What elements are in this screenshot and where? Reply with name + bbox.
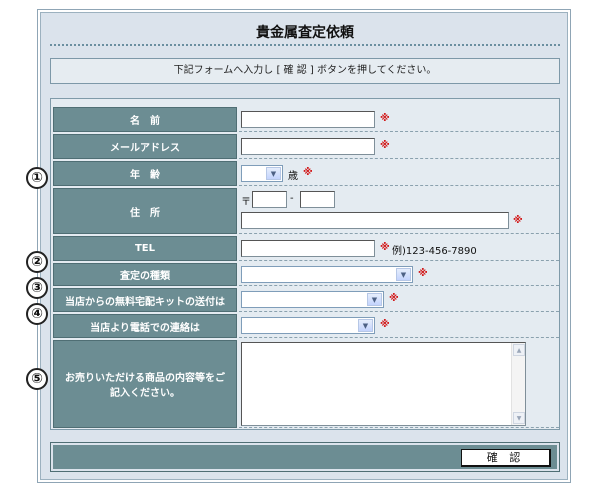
marker-1: ① <box>26 167 48 189</box>
postal-separator: - <box>290 193 294 204</box>
form-table: 名 前 ※ メールアドレス ※ 年 齢 ▼ 歳 ※ 住 所 〒 - ※ TEL … <box>50 98 560 430</box>
required-mark: ※ <box>303 167 313 178</box>
required-mark: ※ <box>389 293 399 304</box>
value-tel: ※ 例)123-456-7890 <box>239 236 559 261</box>
chevron-down-icon: ▼ <box>266 167 281 180</box>
value-address: 〒 - ※ <box>239 188 559 234</box>
value-email: ※ <box>239 134 559 159</box>
marker-4: ④ <box>26 303 48 325</box>
required-mark: ※ <box>380 319 390 330</box>
label-details: お売りいただける商品の内容等をご記入ください。 <box>53 340 237 428</box>
row-age: 年 齢 ▼ 歳 ※ <box>53 161 559 186</box>
textarea-scrollbar[interactable]: ▲ ▼ <box>511 343 525 425</box>
street-input[interactable] <box>241 212 509 229</box>
age-suffix: 歳 <box>288 171 298 182</box>
row-phone-contact: 当店より電話での連絡は ▼ ※ <box>53 314 559 338</box>
tel-input[interactable] <box>241 240 375 257</box>
footer-bar: 確 認 <box>50 442 560 472</box>
tel-example: 例)123-456-7890 <box>392 246 477 257</box>
age-select[interactable]: ▼ <box>241 165 283 182</box>
marker-3: ③ <box>26 277 48 299</box>
value-name: ※ <box>239 107 559 132</box>
label-kit: 当店からの無料宅配キットの送付は <box>53 288 237 312</box>
label-tel: TEL <box>53 236 237 261</box>
value-age: ▼ 歳 ※ <box>239 161 559 186</box>
label-email: メールアドレス <box>53 134 237 159</box>
zip2-input[interactable] <box>300 191 335 208</box>
row-appraisal-type: 査定の種類 ▼ ※ <box>53 263 559 286</box>
required-mark: ※ <box>380 113 390 124</box>
label-phone-contact: 当店より電話での連絡は <box>53 314 237 338</box>
scroll-up-icon[interactable]: ▲ <box>513 344 525 356</box>
form-frame: 貴金属査定依頼 下記フォームへ入力し [ 確 認 ] ボタンを押してください。 … <box>37 9 571 483</box>
label-address: 住 所 <box>53 188 237 234</box>
value-kit: ▼ ※ <box>239 288 559 312</box>
label-appraisal-type: 査定の種類 <box>53 263 237 286</box>
details-textarea[interactable]: ▲ ▼ <box>241 342 526 426</box>
label-age: 年 齢 <box>53 161 237 186</box>
instruction-box: 下記フォームへ入力し [ 確 認 ] ボタンを押してください。 <box>50 58 560 84</box>
label-name: 名 前 <box>53 107 237 132</box>
scroll-down-icon[interactable]: ▼ <box>513 412 525 424</box>
required-mark: ※ <box>418 268 428 279</box>
page-title: 貴金属査定依頼 <box>50 18 560 46</box>
value-phone-contact: ▼ ※ <box>239 314 559 338</box>
confirm-button[interactable]: 確 認 <box>461 449 551 467</box>
value-appraisal-type: ▼ ※ <box>239 263 559 286</box>
chevron-down-icon: ▼ <box>358 319 373 332</box>
row-kit: 当店からの無料宅配キットの送付は ▼ ※ <box>53 288 559 312</box>
chevron-down-icon: ▼ <box>396 268 411 281</box>
row-email: メールアドレス ※ <box>53 134 559 159</box>
value-details: ▲ ▼ <box>239 340 559 428</box>
row-tel: TEL ※ 例)123-456-7890 <box>53 236 559 261</box>
row-address: 住 所 〒 - ※ <box>53 188 559 234</box>
postal-mark: 〒 <box>241 197 251 208</box>
marker-2: ② <box>26 251 48 273</box>
phone-contact-select[interactable]: ▼ <box>241 317 375 334</box>
row-name: 名 前 ※ <box>53 107 559 132</box>
email-input[interactable] <box>241 138 375 155</box>
required-mark: ※ <box>380 242 390 253</box>
required-mark: ※ <box>513 215 523 226</box>
zip1-input[interactable] <box>252 191 287 208</box>
required-mark: ※ <box>380 140 390 151</box>
kit-select[interactable]: ▼ <box>241 291 384 308</box>
appraisal-type-select[interactable]: ▼ <box>241 266 413 283</box>
marker-5: ⑤ <box>26 368 48 390</box>
name-input[interactable] <box>241 111 375 128</box>
row-details: お売りいただける商品の内容等をご記入ください。 ▲ ▼ <box>53 340 559 428</box>
chevron-down-icon: ▼ <box>367 293 382 306</box>
